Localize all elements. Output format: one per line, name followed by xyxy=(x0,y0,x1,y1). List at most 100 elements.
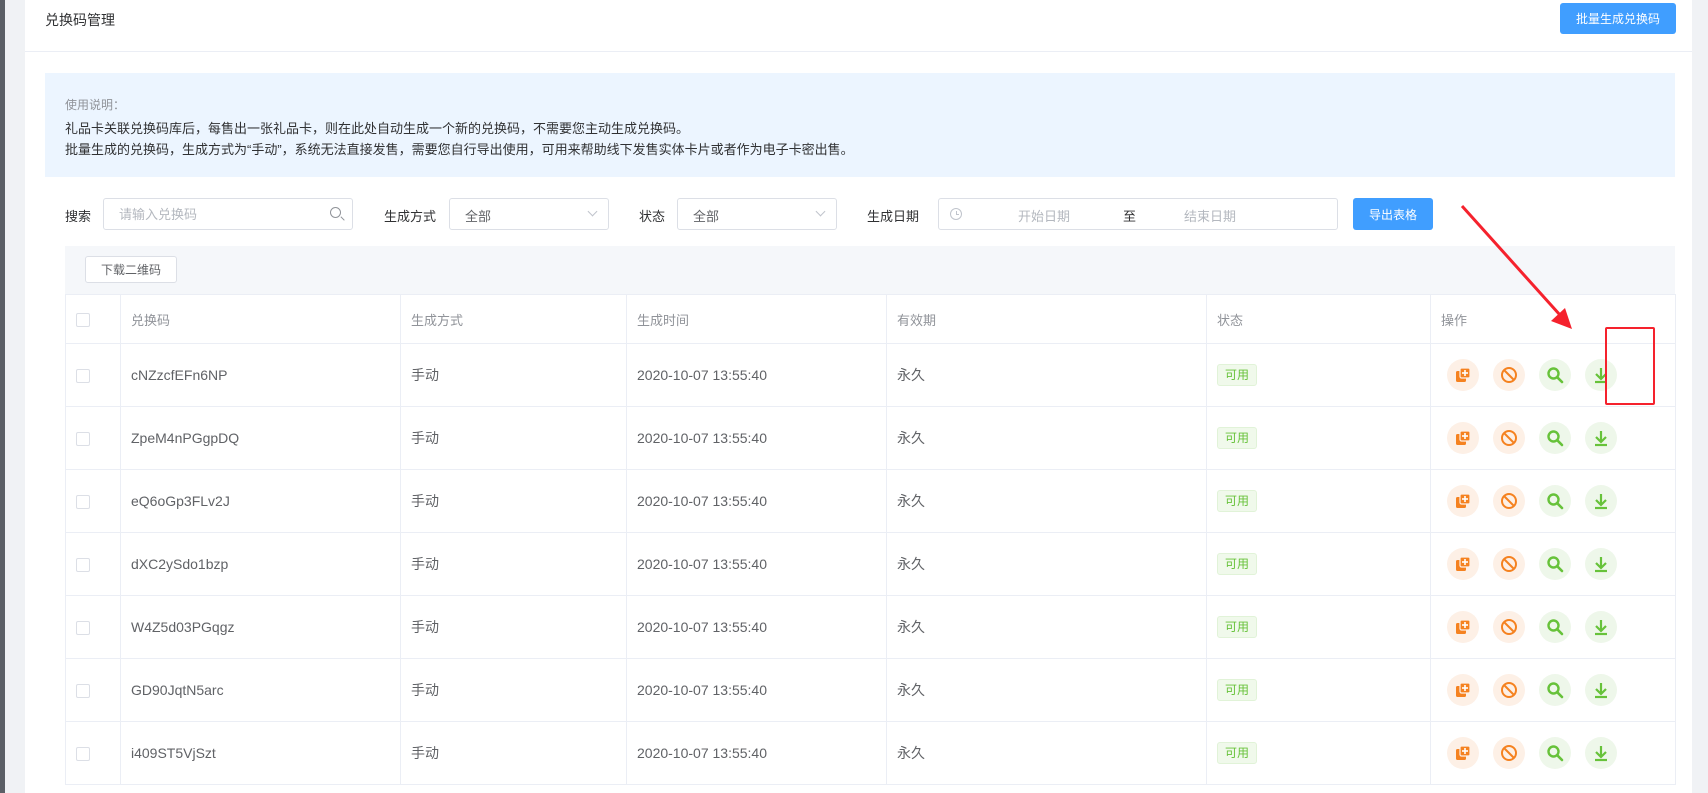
status-badge: 可用 xyxy=(1217,490,1258,512)
disable-icon[interactable] xyxy=(1493,485,1525,517)
notice-line-1: 礼品卡关联兑换码库后，每售出一张礼品卡，则在此处自动生成一个新的兑换码，不需要您… xyxy=(65,121,690,136)
download-icon[interactable] xyxy=(1585,422,1617,454)
export-table-button[interactable]: 导出表格 xyxy=(1353,198,1433,230)
copy-icon[interactable] xyxy=(1447,422,1479,454)
cell-status: 可用 xyxy=(1206,343,1431,407)
cell-status: 可用 xyxy=(1206,658,1431,722)
row-actions xyxy=(1441,485,1675,517)
copy-icon[interactable] xyxy=(1447,674,1479,706)
batch-generate-button[interactable]: 批量生成兑换码 xyxy=(1560,3,1676,34)
select-all-checkbox[interactable] xyxy=(76,312,90,327)
search-box xyxy=(103,198,353,230)
table-toolbar: 下载二维码 xyxy=(65,246,1675,294)
main-card: 兑换码管理 批量生成兑换码 使用说明： 礼品卡关联兑换码库后，每售出一张礼品卡，… xyxy=(25,0,1692,793)
row-actions xyxy=(1441,674,1675,706)
cell-validity: 永久 xyxy=(886,469,1207,533)
disable-icon[interactable] xyxy=(1493,359,1525,391)
select-all-cell xyxy=(65,294,121,344)
notice-line-2: 批量生成的兑换码，生成方式为“手动”，系统无法直接发售，需要您自行导出使用，可用… xyxy=(65,142,854,157)
cell-method: 手动 xyxy=(400,532,627,596)
search-icon[interactable] xyxy=(1539,485,1571,517)
column-header-time: 生成时间 xyxy=(626,294,887,344)
search-icon[interactable] xyxy=(1539,359,1571,391)
table-row: eQ6oGp3FLv2J 手动 2020-10-07 13:55:40 永久 可用 xyxy=(65,469,1676,533)
search-icon[interactable] xyxy=(330,207,341,218)
cell-validity: 永久 xyxy=(886,595,1207,659)
cell-actions xyxy=(1430,469,1676,533)
cell-validity: 永久 xyxy=(886,532,1207,596)
search-icon[interactable] xyxy=(1539,611,1571,643)
table-row: dXC2ySdo1bzp 手动 2020-10-07 13:55:40 永久 可用 xyxy=(65,532,1676,596)
cell-code: GD90JqtN5arc xyxy=(120,658,401,722)
page-gutter-left xyxy=(5,0,25,793)
usage-notice: 使用说明： 礼品卡关联兑换码库后，每售出一张礼品卡，则在此处自动生成一个新的兑换… xyxy=(45,73,1675,177)
row-actions xyxy=(1441,611,1675,643)
annotation-highlight-box xyxy=(1605,327,1655,405)
cell-method: 手动 xyxy=(400,343,627,407)
cell-code: i409ST5VjSzt xyxy=(120,721,401,785)
copy-icon[interactable] xyxy=(1447,611,1479,643)
cell-method: 手动 xyxy=(400,406,627,470)
copy-icon[interactable] xyxy=(1447,737,1479,769)
download-icon[interactable] xyxy=(1585,611,1617,643)
notice-title: 使用说明： xyxy=(65,98,126,112)
row-checkbox[interactable] xyxy=(76,369,90,384)
search-input[interactable] xyxy=(104,199,314,229)
cell-method: 手动 xyxy=(400,721,627,785)
table-row: GD90JqtN5arc 手动 2020-10-07 13:55:40 永久 可用 xyxy=(65,658,1676,722)
page-header: 兑换码管理 批量生成兑换码 xyxy=(25,0,1692,52)
cell-actions xyxy=(1430,595,1676,659)
status-badge: 可用 xyxy=(1217,364,1258,386)
cell-status: 可用 xyxy=(1206,406,1431,470)
disable-icon[interactable] xyxy=(1493,422,1525,454)
disable-icon[interactable] xyxy=(1493,674,1525,706)
row-checkbox[interactable] xyxy=(76,432,90,447)
chevron-down-icon xyxy=(587,206,598,217)
download-qr-button[interactable]: 下载二维码 xyxy=(85,256,177,283)
download-icon[interactable] xyxy=(1585,737,1617,769)
date-end-input[interactable]: 结束日期 xyxy=(1184,206,1236,225)
date-range-picker[interactable]: 开始日期 至 结束日期 xyxy=(938,198,1338,230)
cell-code: dXC2ySdo1bzp xyxy=(120,532,401,596)
disable-icon[interactable] xyxy=(1493,548,1525,580)
date-label: 生成日期 xyxy=(867,209,920,224)
search-icon[interactable] xyxy=(1539,422,1571,454)
cell-actions xyxy=(1430,721,1676,785)
disable-icon[interactable] xyxy=(1493,737,1525,769)
cell-validity: 永久 xyxy=(886,406,1207,470)
row-actions xyxy=(1441,422,1675,454)
table-row: ZpeM4nPGgpDQ 手动 2020-10-07 13:55:40 永久 可用 xyxy=(65,406,1676,470)
copy-icon[interactable] xyxy=(1447,485,1479,517)
row-select-cell xyxy=(65,343,121,407)
disable-icon[interactable] xyxy=(1493,611,1525,643)
download-icon[interactable] xyxy=(1585,674,1617,706)
cell-validity: 永久 xyxy=(886,343,1207,407)
row-checkbox[interactable] xyxy=(76,684,90,699)
download-icon[interactable] xyxy=(1585,485,1617,517)
search-icon[interactable] xyxy=(1539,674,1571,706)
row-actions xyxy=(1441,737,1675,769)
row-select-cell xyxy=(65,532,121,596)
row-select-cell xyxy=(65,469,121,533)
copy-icon[interactable] xyxy=(1447,359,1479,391)
copy-icon[interactable] xyxy=(1447,548,1479,580)
cell-method: 手动 xyxy=(400,658,627,722)
search-label: 搜索 xyxy=(65,209,92,224)
row-checkbox[interactable] xyxy=(76,558,90,573)
download-icon[interactable] xyxy=(1585,548,1617,580)
method-select[interactable]: 全部 xyxy=(449,198,609,230)
status-label: 状态 xyxy=(639,209,666,224)
cell-status: 可用 xyxy=(1206,469,1431,533)
row-checkbox[interactable] xyxy=(76,621,90,636)
row-checkbox[interactable] xyxy=(76,495,90,510)
status-badge: 可用 xyxy=(1217,679,1258,701)
search-icon[interactable] xyxy=(1539,737,1571,769)
status-select[interactable]: 全部 xyxy=(677,198,837,230)
status-badge: 可用 xyxy=(1217,427,1258,449)
row-select-cell xyxy=(65,658,121,722)
row-actions xyxy=(1441,548,1675,580)
search-icon[interactable] xyxy=(1539,548,1571,580)
row-checkbox[interactable] xyxy=(76,747,90,762)
column-header-status: 状态 xyxy=(1206,294,1431,344)
date-start-input[interactable]: 开始日期 xyxy=(1018,206,1070,225)
